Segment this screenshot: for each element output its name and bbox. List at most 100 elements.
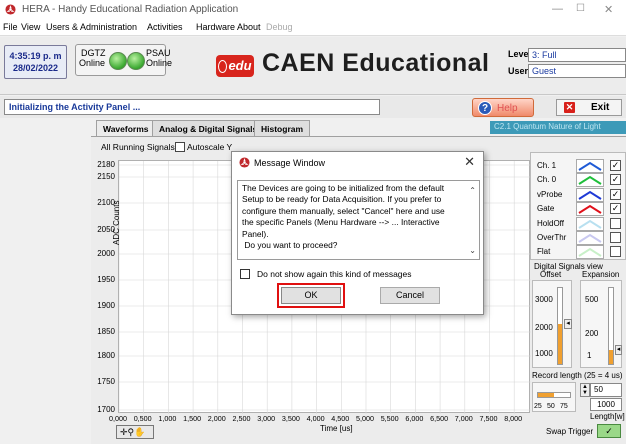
expansion-slider-knob[interactable]: ◂ [615,345,622,355]
cancel-button[interactable]: Cancel [380,287,440,304]
app-icon [239,157,250,168]
expansion-tick-1: 1 [587,351,592,360]
do-not-show-checkbox[interactable] [240,269,250,279]
clock-date: 28/02/2022 [12,63,59,73]
user-field[interactable]: Guest [528,64,626,78]
scroll-down-icon[interactable]: ⌄ [469,245,476,256]
dialog-title: Message Window [254,158,326,168]
psau-status-led [127,52,145,70]
signal-visible-checkbox[interactable]: ✓ [610,160,621,171]
record-stepper[interactable]: ▲ ▼ [580,383,590,397]
signal-color-swatch[interactable] [576,173,604,188]
offset-tick-1000: 1000 [535,349,553,358]
exit-button[interactable]: ✕ Exit [556,99,622,116]
tab-histogram[interactable]: Histogram [254,120,311,137]
signal-label: Flat [537,247,551,257]
psau-status: Online [146,58,173,68]
offset-slider-track[interactable] [557,287,563,365]
record-tick-50: 50 [547,403,555,410]
offset-slider-fill [558,324,562,364]
signal-color-swatch[interactable] [576,159,604,173]
y-tick-label: 1750 [97,377,115,386]
logo-mark-text: edu [228,58,252,73]
offset-tick-2000: 2000 [535,323,553,332]
x-tick-label: 8,000 [504,414,523,423]
tab-analog-digital-signals[interactable]: Analog & Digital Signals [152,120,265,137]
signal-color-swatch[interactable] [576,202,604,217]
message-line: configure them manually, select "Cancel"… [242,205,445,216]
expansion-tick-200: 200 [585,329,599,338]
dgtz-status-led [109,52,127,70]
level-field[interactable]: 3: Full [528,48,626,62]
dialog-close-button[interactable]: ✕ [464,154,475,170]
signal-row: OverThr [537,231,626,246]
signal-color-swatch[interactable] [576,245,604,260]
signal-visible-checkbox[interactable]: ✓ [610,174,621,186]
close-icon: ✕ [564,102,575,113]
device-status-group: DGTZ Online PSAU Online [75,44,172,76]
signal-color-swatch[interactable] [576,216,604,231]
status-message: Initializing the Activity Panel ... [4,99,380,115]
record-length-slider[interactable]: 25 50 75 [532,382,576,412]
help-label: Help [497,103,518,114]
maximize-button[interactable]: ☐ [576,3,585,14]
signal-visible-checkbox[interactable]: ✓ [610,188,621,200]
crosshair-icon[interactable]: ✛ [120,427,128,437]
offset-slider-knob[interactable]: ◂ [564,319,572,329]
signal-label: HoldOff [537,218,564,228]
app-icon [5,4,16,15]
record-slider-track [537,392,571,398]
expansion-slider-track[interactable] [608,287,614,365]
record-tick-25: 25 [534,403,542,410]
signal-color-swatch[interactable] [576,187,604,202]
offset-tick-3000: 3000 [535,295,553,304]
signal-visible-checkbox[interactable] [610,246,621,258]
x-axis-label: Time [us] [320,424,353,433]
signal-visible-checkbox[interactable] [610,232,621,243]
autoscale-checkbox[interactable] [175,142,185,152]
menu-users-administration[interactable]: Users & Administration [46,22,137,32]
y-tick-label: 1900 [97,301,115,310]
menu-activities[interactable]: Activities [147,22,183,32]
menu-view[interactable]: View [21,22,40,32]
clock-time: 4:35:19 p. m [9,51,62,61]
menu-bar: File View Users & Administration Activit… [0,20,626,36]
message-line: the specific Panels (Menu Hardware --> .… [242,217,440,228]
expansion-tick-500: 500 [585,295,599,304]
brand-title: CAEN Educational [262,49,490,77]
record-value-field[interactable]: 50 [590,383,622,397]
close-window-button[interactable]: ✕ [604,3,613,16]
signal-color-swatch[interactable] [576,231,604,245]
expansion-label: Expansion [582,270,620,279]
record-length-field[interactable]: 1000 [590,398,622,411]
signal-visible-checkbox[interactable] [610,217,621,229]
signal-selector-panel: Ch. 1 ✓ Ch. 0 ✓ vProbe ✓ Gate ✓ HoldOff OverThr Fl… [530,152,626,260]
menu-debug: Debug [266,22,293,32]
y-tick-label: 2100 [97,198,115,207]
signal-visible-checkbox[interactable]: ✓ [610,203,621,215]
window-title: HERA - Handy Educational Radiation Appli… [22,4,239,15]
exit-label: Exit [591,102,610,113]
signal-row: Gate ✓ [537,202,626,217]
menu-hardware[interactable]: Hardware [196,22,235,32]
record-length-label: Record length (25 = 4 us) [532,371,623,380]
record-slider-fill [538,393,554,397]
graph-tools-palette[interactable]: ✛⚲✋ [116,425,154,439]
swap-trigger-label: Swap Trigger [546,427,594,436]
hand-icon[interactable]: ✋ [134,427,145,437]
y-tick-label: 2150 [97,172,115,181]
message-line: Panel). [242,228,269,239]
help-button[interactable]: ? Help [472,98,534,117]
y-tick-label: 2180 [97,160,115,169]
swap-trigger-toggle[interactable]: ✓ [597,424,621,438]
scroll-up-icon[interactable]: ⌃ [469,185,476,196]
y-tick-label: 2050 [97,225,115,234]
y-tick-label: 1700 [97,405,115,414]
signal-row: vProbe ✓ [537,187,626,203]
menu-file[interactable]: File [3,22,18,32]
menu-about[interactable]: About [237,22,261,32]
minimize-button[interactable]: — [552,3,563,15]
y-tick-label: 1950 [97,275,115,284]
ok-button[interactable]: OK [277,283,345,308]
title-bar: HERA - Handy Educational Radiation Appli… [0,0,626,20]
